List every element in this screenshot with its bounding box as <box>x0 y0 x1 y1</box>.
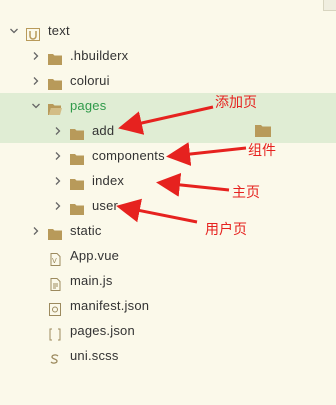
annotation-home-page: 主页 <box>232 185 260 201</box>
arrow-to-add <box>118 105 214 135</box>
annotation-components: 组件 <box>248 143 276 159</box>
arrow-to-index <box>156 172 230 197</box>
arrow-to-user <box>116 198 198 224</box>
annotation-user-page: 用户页 <box>205 222 247 238</box>
annotation-add-page: 添加页 <box>215 95 257 111</box>
arrow-to-components <box>166 142 247 166</box>
annotation-arrows <box>116 105 247 224</box>
